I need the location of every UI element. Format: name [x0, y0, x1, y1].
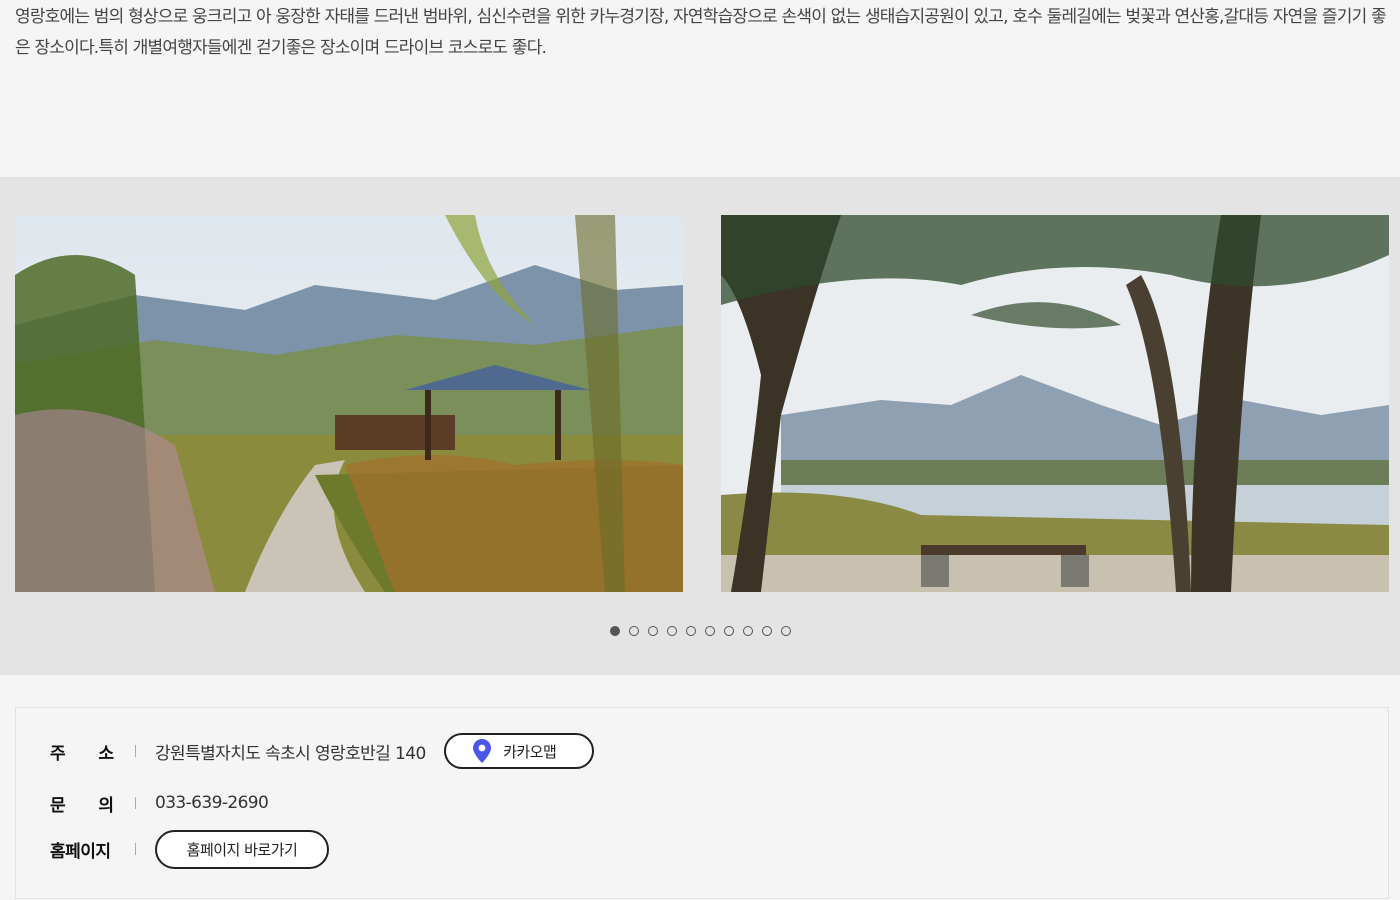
pagination-dot[interactable]: [647, 626, 658, 636]
contact-label: 문 의: [50, 791, 114, 816]
pagination-dot[interactable]: [666, 626, 677, 636]
kakao-map-button[interactable]: 카카오맵: [443, 733, 594, 769]
pagination-dot[interactable]: [685, 626, 696, 636]
kakao-map-label: 카카오맵: [503, 742, 557, 761]
pavilion-path-photo: [15, 215, 683, 592]
gallery-pagination: [0, 626, 1400, 636]
pagination-dot[interactable]: [704, 626, 715, 636]
info-box: 주 소 강원특별자치도 속초시 영랑호반길 140 카카오맵 문 의 033-6…: [15, 707, 1389, 899]
divider: [135, 745, 136, 757]
pagination-dot[interactable]: [742, 626, 753, 636]
pagination-dot[interactable]: [761, 626, 772, 636]
homepage-label: 홈페이지: [50, 841, 111, 862]
gallery-slide-lake[interactable]: [721, 215, 1389, 592]
address-row: 주 소 강원특별자치도 속초시 영랑호반길 140 카카오맵: [50, 731, 594, 771]
photo-gallery: [0, 177, 1400, 675]
pagination-dot[interactable]: [723, 626, 734, 636]
contact-row: 문 의 033-639-2690: [50, 783, 269, 823]
contact-value: 033-639-2690: [155, 793, 269, 813]
address-label-char: 주: [50, 743, 66, 764]
intro-description: 영랑호에는 범의 형상으로 웅크리고 아 웅장한 자태를 드러낸 범바위, 심신…: [15, 7, 1387, 58]
address-label: 주 소: [50, 739, 114, 764]
homepage-row: 홈페이지 홈페이지 바로가기: [50, 829, 329, 869]
lake-pine-bench-photo: [721, 215, 1389, 592]
divider: [135, 797, 136, 809]
contact-label-char: 의: [98, 795, 114, 816]
divider: [135, 843, 136, 855]
address-label-char: 소: [98, 743, 114, 764]
location-pin-icon: [473, 739, 492, 763]
pagination-dot[interactable]: [609, 626, 620, 636]
contact-label-char: 문: [50, 795, 66, 816]
pagination-dot[interactable]: [628, 626, 639, 636]
address-value: 강원특별자치도 속초시 영랑호반길 140: [155, 743, 426, 764]
pagination-dot[interactable]: [780, 626, 791, 636]
homepage-link-button[interactable]: 홈페이지 바로가기: [155, 829, 329, 869]
gallery-slide-pavilion[interactable]: [15, 215, 683, 592]
